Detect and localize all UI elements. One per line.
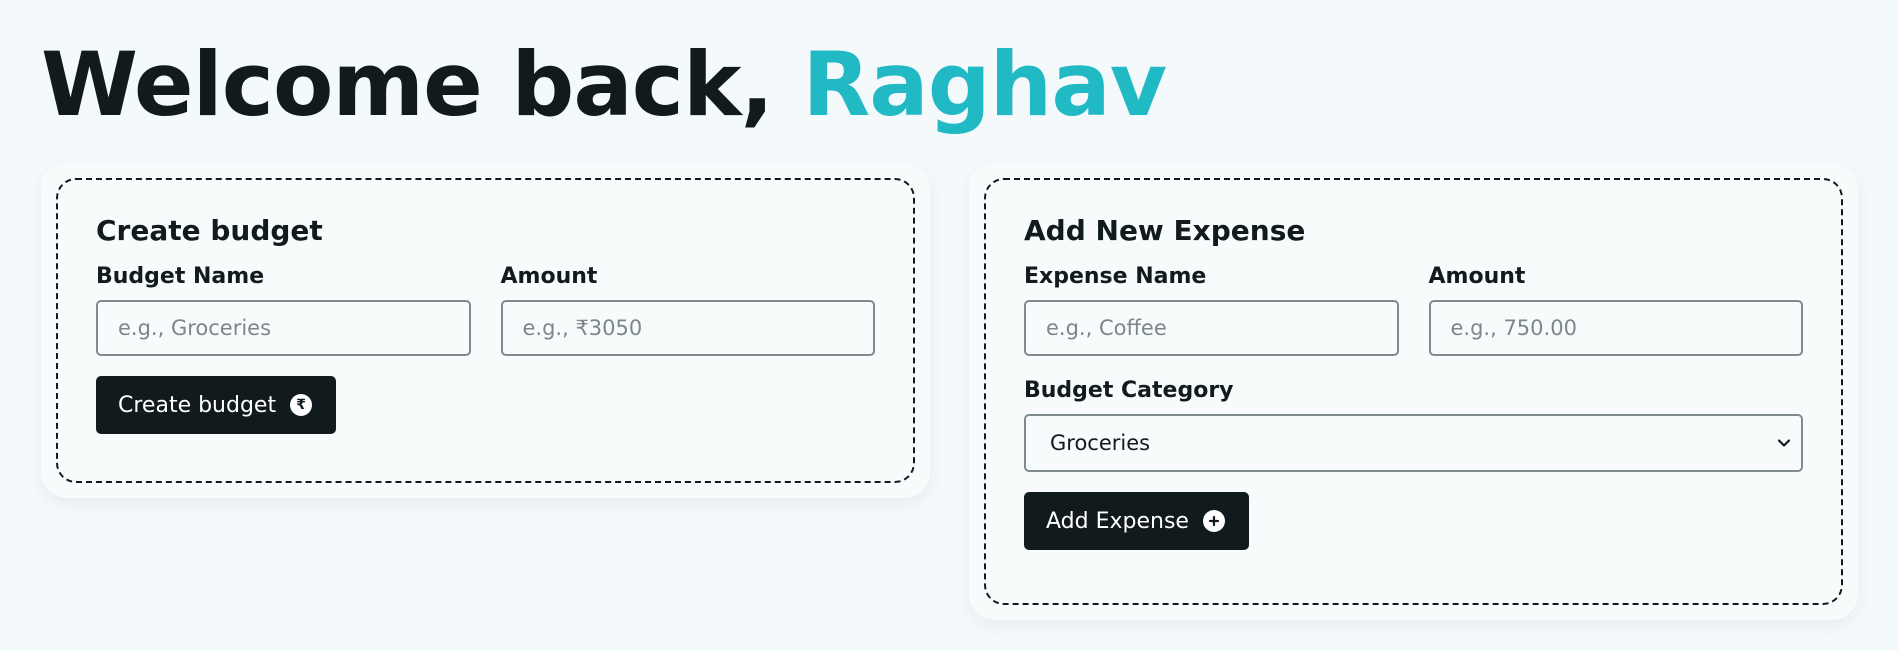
budget-category-value: Groceries (1050, 431, 1151, 455)
page-title: Welcome back, Raghav (41, 30, 1168, 140)
expense-name-field: Expense Name (1024, 264, 1399, 356)
budget-name-label: Budget Name (96, 264, 265, 289)
chevron-down-icon (1777, 439, 1791, 447)
create-budget-fields: Budget Name Amount (96, 264, 875, 356)
create-budget-form: Create budget Budget Name Amount Create … (56, 178, 915, 483)
budget-name-field: Budget Name (96, 264, 471, 356)
budget-name-input[interactable] (96, 300, 471, 356)
rupee-circle-icon: ₹ (290, 394, 313, 416)
budget-amount-label: Amount (500, 264, 598, 289)
add-expense-card: Add New Expense Expense Name Amount Budg… (969, 163, 1858, 620)
plus-circle-icon (1202, 510, 1225, 532)
add-expense-title: Add New Expense (1024, 214, 1306, 247)
expense-amount-input[interactable] (1428, 300, 1803, 356)
user-name: Raghav (802, 33, 1168, 136)
create-budget-button[interactable]: Create budget ₹ (96, 376, 337, 434)
greeting-prefix: Welcome back, (41, 33, 774, 136)
create-budget-title: Create budget (96, 214, 323, 247)
budget-category-select[interactable]: Groceries (1024, 414, 1803, 472)
create-budget-card: Create budget Budget Name Amount Create … (41, 163, 930, 498)
create-budget-button-label: Create budget (118, 392, 277, 418)
add-expense-form: Add New Expense Expense Name Amount Budg… (984, 178, 1843, 605)
add-expense-button-label: Add Expense (1046, 508, 1189, 534)
add-expense-fields: Expense Name Amount (1024, 264, 1803, 356)
expense-name-label: Expense Name (1024, 264, 1207, 289)
add-expense-button[interactable]: Add Expense (1024, 492, 1249, 550)
expense-amount-label: Amount (1428, 264, 1526, 289)
expense-name-input[interactable] (1024, 300, 1399, 356)
budget-amount-field: Amount (500, 264, 875, 356)
budget-category-label: Budget Category (1024, 378, 1234, 403)
expense-amount-field: Amount (1428, 264, 1803, 356)
budget-amount-input[interactable] (500, 300, 875, 356)
